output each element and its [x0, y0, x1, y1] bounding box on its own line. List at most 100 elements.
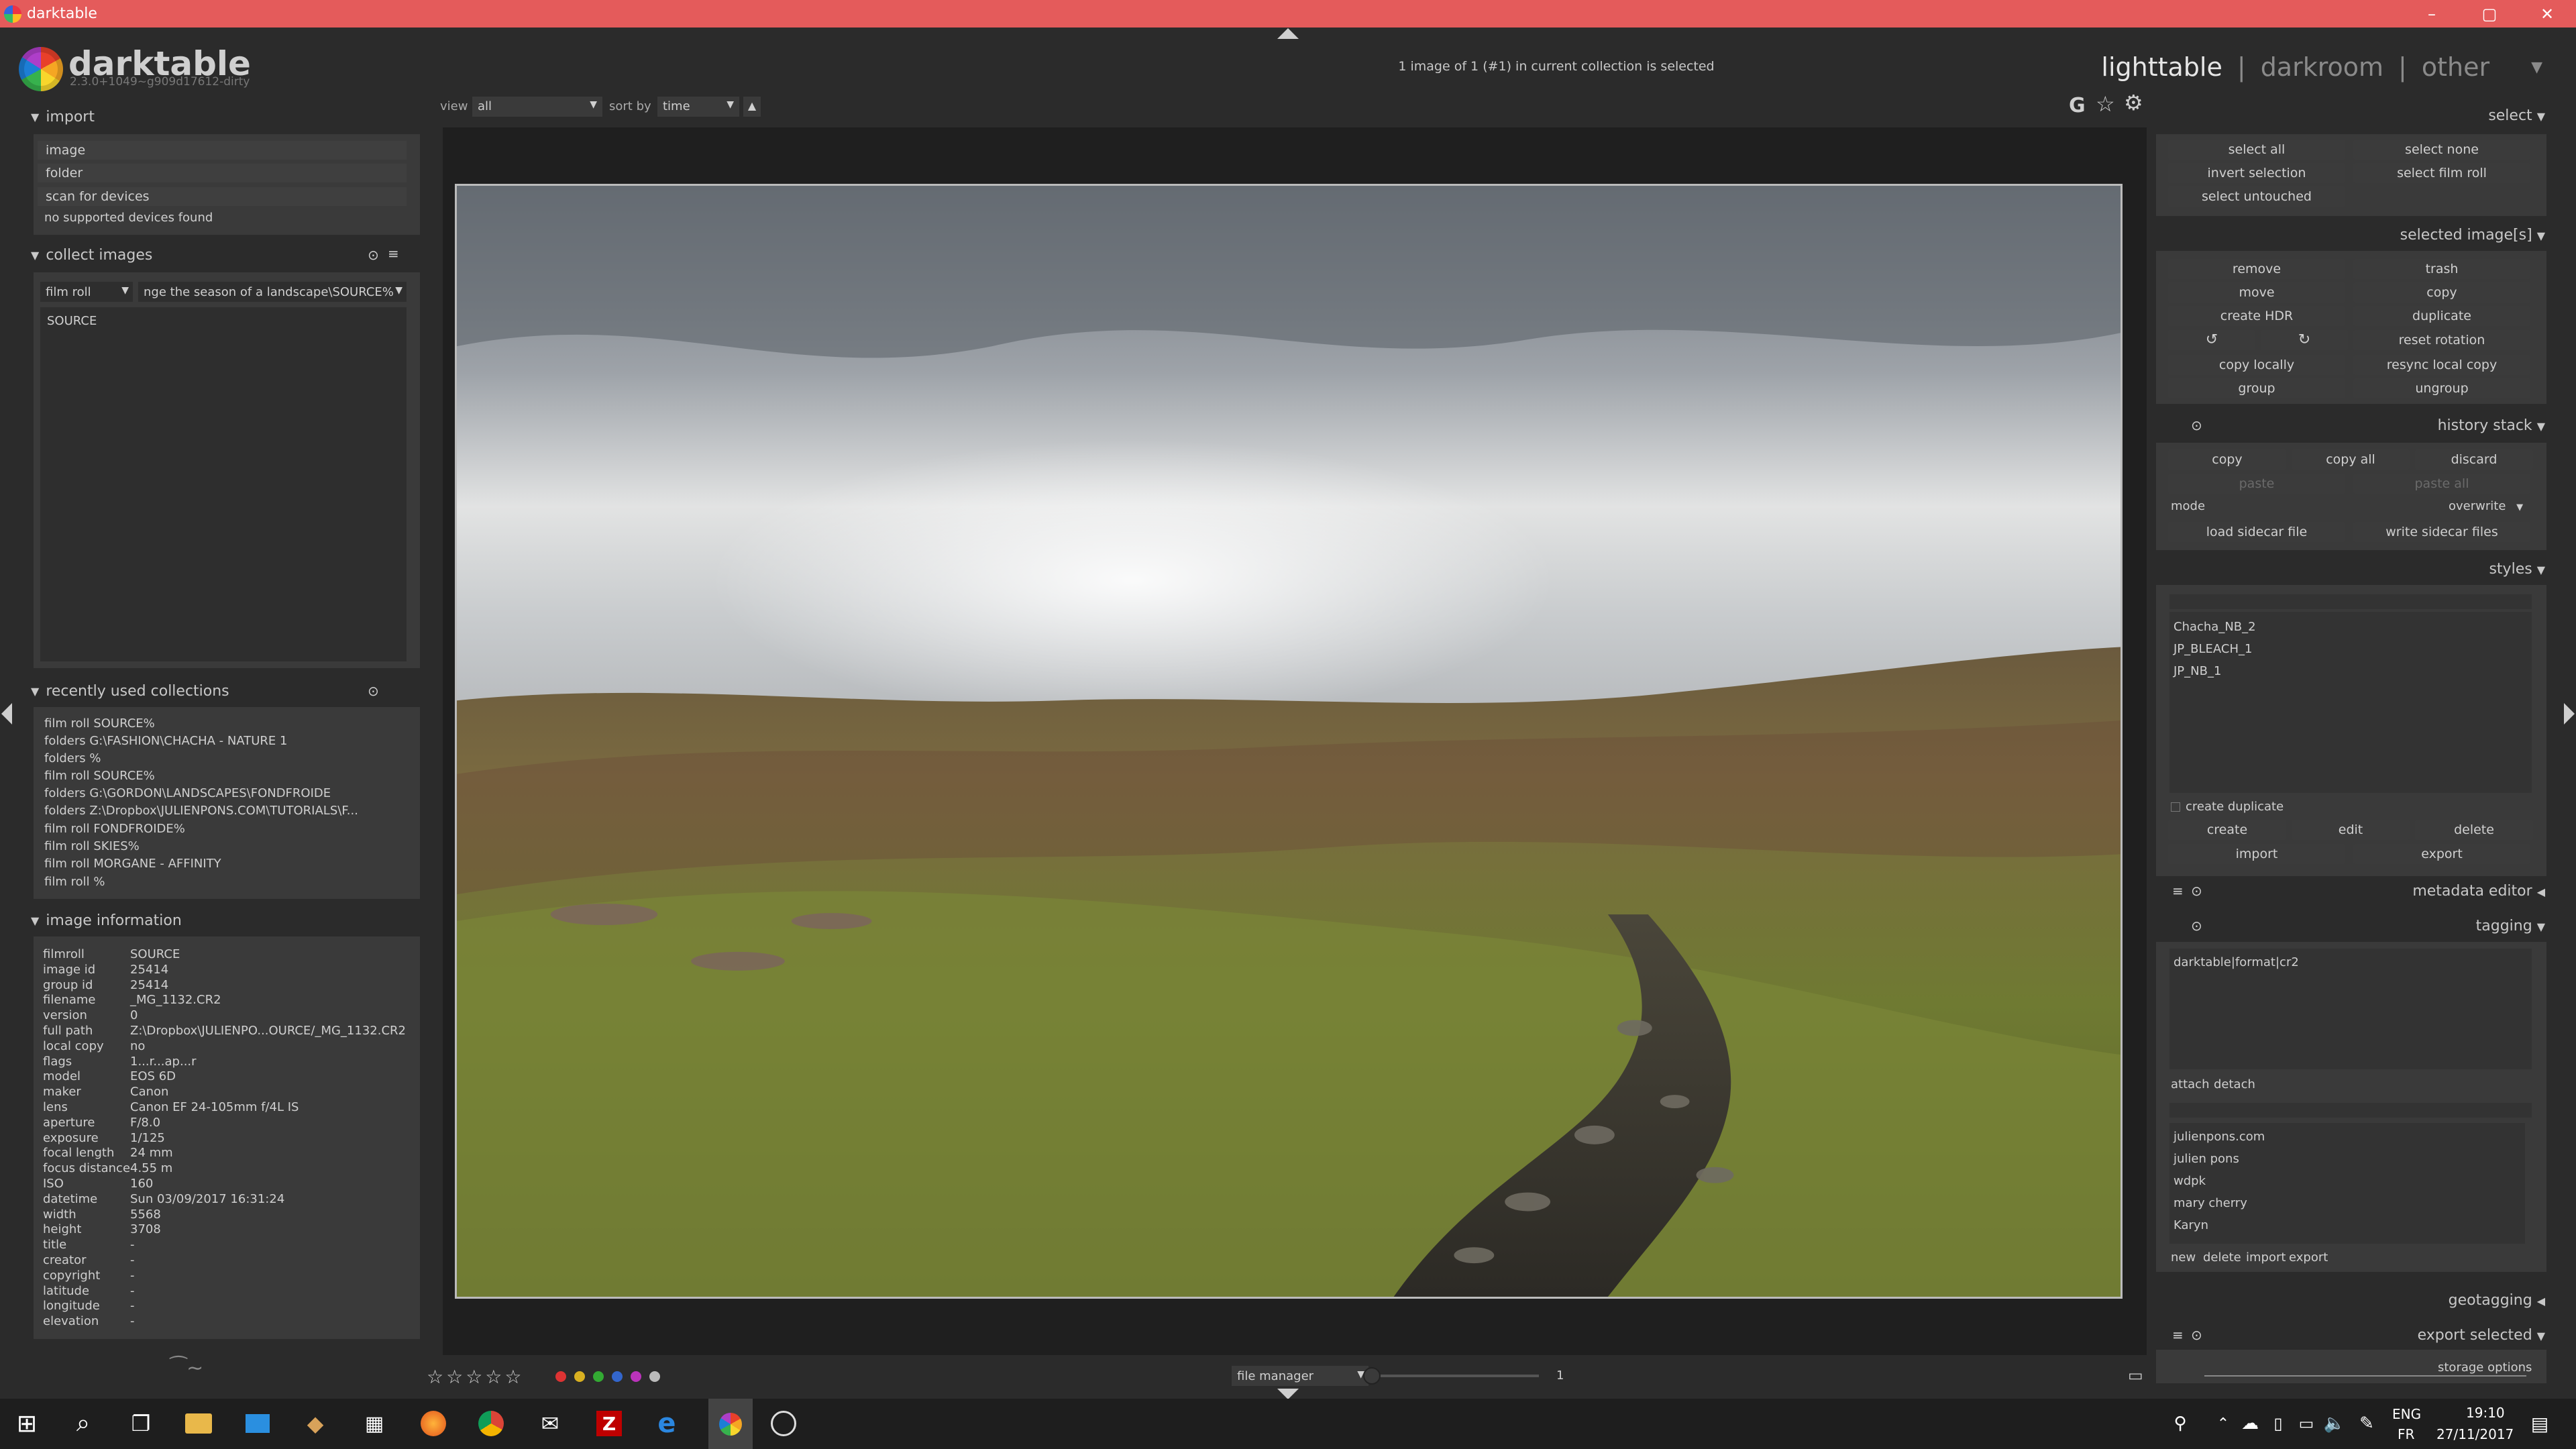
tag-delete-link[interactable]: delete — [2203, 1250, 2241, 1265]
duplicate-button[interactable]: duplicate — [2353, 306, 2530, 326]
rotate-right-icon[interactable]: ↻ — [2261, 330, 2348, 350]
remove-button[interactable]: remove — [2168, 259, 2345, 279]
windows-start-icon[interactable]: ⊞ — [11, 1407, 43, 1440]
tagging-header[interactable]: tagging ▼ — [2281, 918, 2545, 934]
red-label-icon[interactable] — [555, 1371, 566, 1382]
history-paste-button[interactable]: paste — [2168, 474, 2345, 494]
style-import-button[interactable]: import — [2168, 844, 2345, 864]
detach-link[interactable]: detach — [2214, 1077, 2255, 1091]
view-filter-select[interactable]: all ▼ — [472, 97, 602, 117]
metadata-presets-icon[interactable]: ≡ — [2172, 883, 2184, 899]
search-icon[interactable]: ⌕ — [67, 1407, 99, 1440]
copy-button[interactable]: copy — [2353, 282, 2530, 303]
collect-result-item[interactable]: SOURCE — [47, 314, 97, 328]
dictionary-tag-item[interactable]: julienpons.com — [2174, 1130, 2265, 1144]
battery-icon[interactable]: ▯ — [2262, 1407, 2294, 1440]
minimize-icon[interactable]: – — [2403, 0, 2461, 28]
select-film-roll-button[interactable]: select film roll — [2353, 163, 2530, 183]
zoom-slider[interactable] — [1371, 1375, 1539, 1377]
filmstrip-toggle-icon[interactable]: ▭ — [2128, 1366, 2143, 1385]
sort-order-toggle-icon[interactable]: ▲ — [743, 97, 761, 117]
left-panel-collapse-icon[interactable] — [1, 703, 12, 724]
style-create-button[interactable]: create — [2168, 820, 2286, 840]
trash-button[interactable]: trash — [2353, 259, 2530, 279]
clock-time[interactable]: 19:10 — [2466, 1405, 2505, 1421]
export-selected-header[interactable]: export selected ▼ — [2281, 1327, 2545, 1344]
load-sidecar-button[interactable]: load sidecar file — [2168, 522, 2345, 542]
view-menu-chevron-icon[interactable]: ▼ — [2531, 59, 2542, 76]
grey-label-icon[interactable] — [649, 1371, 660, 1382]
zoom-value[interactable]: 1 — [1556, 1368, 1564, 1383]
pc-icon[interactable] — [241, 1407, 274, 1440]
darktable-taskbar-icon[interactable] — [708, 1399, 753, 1449]
selected-images-header[interactable]: selected image[s] ▼ — [2156, 227, 2545, 244]
style-item[interactable]: Chacha_NB_2 — [2174, 620, 2256, 634]
history-stack-header[interactable]: history stack ▼ — [2281, 417, 2545, 434]
grouping-icon[interactable]: G — [2069, 94, 2086, 117]
recent-collection-item[interactable]: film roll SKIES% — [44, 839, 140, 853]
people-icon[interactable]: ⚲ — [2164, 1407, 2196, 1440]
tag-import-link[interactable]: import — [2246, 1250, 2286, 1265]
collect-section-header[interactable]: ▼ collect images — [31, 247, 152, 264]
attached-tag-item[interactable]: darktable|format|cr2 — [2174, 955, 2299, 969]
edge-icon[interactable]: e — [651, 1407, 683, 1440]
tag-entry-input[interactable] — [2169, 1103, 2532, 1118]
volume-icon[interactable]: 🔈 — [2318, 1407, 2351, 1440]
recent-collection-item[interactable]: film roll % — [44, 875, 105, 889]
ungroup-button[interactable]: ungroup — [2353, 378, 2530, 398]
filezilla-icon[interactable]: Z — [593, 1407, 625, 1440]
dictionary-tag-item[interactable]: julien pons — [2174, 1152, 2239, 1166]
green-label-icon[interactable] — [593, 1371, 604, 1382]
tag-new-link[interactable]: new — [2171, 1250, 2196, 1265]
landscape-photo-thumbnail[interactable] — [455, 184, 2123, 1299]
select-all-button[interactable]: select all — [2168, 140, 2345, 160]
recent-collection-item[interactable]: film roll FONDFROIDE% — [44, 822, 185, 836]
history-mode-select[interactable]: overwrite ▼ — [2449, 499, 2523, 513]
dictionary-tag-item[interactable]: Karyn — [2174, 1218, 2208, 1232]
rotate-left-icon[interactable]: ↺ — [2168, 330, 2255, 350]
resync-local-copy-button[interactable]: resync local copy — [2353, 355, 2530, 375]
zoom-slider-handle[interactable] — [1363, 1367, 1381, 1385]
import-folder-button[interactable]: folder — [38, 164, 407, 182]
right-panel-collapse-icon[interactable] — [2564, 703, 2575, 724]
input-language-primary[interactable]: ENG — [2392, 1406, 2421, 1422]
style-item[interactable]: JP_NB_1 — [2174, 664, 2221, 678]
recent-collection-item[interactable]: folders G:\GORDON\LANDSCAPES\FONDFROIDE — [44, 786, 331, 800]
select-none-button[interactable]: select none — [2353, 140, 2530, 160]
scan-devices-button[interactable]: scan for devices — [38, 187, 407, 206]
app-icon[interactable]: ◆ — [299, 1407, 331, 1440]
style-export-button[interactable]: export — [2353, 844, 2530, 864]
obs-icon[interactable] — [767, 1407, 800, 1440]
recent-reset-icon[interactable]: ⊙ — [368, 683, 379, 699]
tagging-reset-icon[interactable]: ⊙ — [2191, 918, 2202, 934]
maximize-icon[interactable]: ▢ — [2461, 0, 2518, 28]
image-information-header[interactable]: ▼ image information — [31, 912, 182, 929]
view-darkroom[interactable]: darkroom — [2261, 52, 2383, 82]
collect-property-select[interactable]: film roll ▼ — [40, 282, 133, 302]
collect-reset-icon[interactable]: ⊙ — [368, 247, 379, 263]
collect-presets-icon[interactable]: ≡ — [388, 246, 399, 262]
style-delete-button[interactable]: delete — [2415, 820, 2533, 840]
calculator-icon[interactable]: ▦ — [358, 1407, 390, 1440]
recent-collection-item[interactable]: film roll SOURCE% — [44, 769, 155, 783]
reset-rotation-button[interactable]: reset rotation — [2353, 330, 2530, 350]
styles-header[interactable]: styles ▼ — [2156, 561, 2545, 578]
import-image-button[interactable]: image — [38, 141, 407, 160]
metadata-editor-header[interactable]: metadata editor ◀ — [2281, 883, 2545, 900]
recent-collection-item[interactable]: folders Z:\Dropbox\JULIENPONS.COM\TUTORI… — [44, 804, 358, 818]
recent-collections-header[interactable]: ▼ recently used collections — [31, 683, 229, 700]
view-other[interactable]: other — [2422, 52, 2489, 82]
history-copy-all-button[interactable]: copy all — [2292, 449, 2410, 470]
layout-select[interactable]: file manager ▼ — [1232, 1366, 1368, 1386]
recent-collection-item[interactable]: film roll SOURCE% — [44, 716, 155, 731]
export-presets-icon[interactable]: ≡ — [2172, 1327, 2184, 1343]
styles-filter-input[interactable] — [2169, 594, 2532, 609]
group-button[interactable]: group — [2168, 378, 2345, 398]
preferences-gear-icon[interactable]: ⚙ — [2124, 90, 2143, 115]
top-panel-collapse-icon[interactable] — [1277, 28, 1299, 39]
copy-locally-button[interactable]: copy locally — [2168, 355, 2345, 375]
pen-icon[interactable]: ✎ — [2351, 1407, 2383, 1440]
star-rating-icons[interactable]: ☆☆☆☆☆ — [427, 1366, 525, 1388]
create-duplicate-checkbox[interactable]: create duplicate — [2171, 800, 2284, 814]
chrome-icon[interactable] — [475, 1407, 507, 1440]
